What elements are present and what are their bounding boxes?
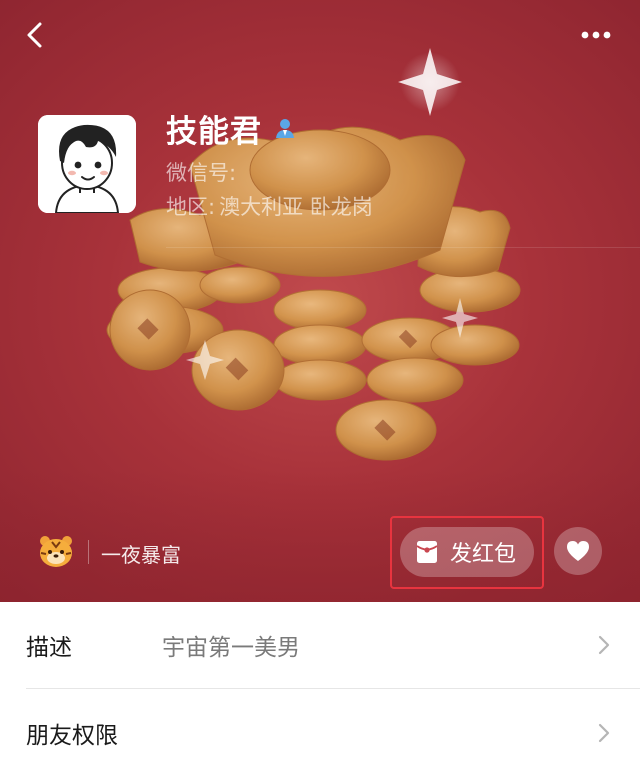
red-envelope-icon (416, 541, 438, 563)
region-label: 地区: (166, 195, 216, 219)
region-row: 地区: 澳大利亚 卧龙岗 (166, 191, 373, 221)
description-row[interactable]: 描述 宇宙第一美男 (0, 602, 640, 688)
friend-permissions-label: 朋友权限 (26, 723, 118, 749)
send-hongbao-button[interactable]: 发红包 (400, 527, 534, 577)
wechat-id-label: 微信号: (166, 161, 237, 185)
friend-permissions-row[interactable]: 朋友权限 (0, 690, 640, 776)
region-value: 澳大利亚 卧龙岗 (219, 195, 373, 219)
chevron-right-icon (598, 723, 610, 743)
profile-name: 技能君 (166, 113, 262, 150)
status-separator (88, 540, 89, 564)
cover-shade (0, 470, 640, 602)
user-badge-icon (276, 119, 294, 138)
avatar-cartoon-boy (38, 115, 136, 213)
status-cover (0, 0, 640, 602)
tiger-icon (40, 536, 72, 567)
send-hongbao-label: 发红包 (450, 542, 517, 567)
status-text: 一夜暴富 (101, 543, 181, 567)
chevron-left-icon (27, 22, 42, 48)
more-button[interactable] (576, 22, 616, 48)
chevron-right-icon (598, 635, 610, 655)
heart-icon (567, 541, 589, 561)
back-button[interactable] (18, 18, 52, 52)
profile-name-row: 技能君 (166, 108, 298, 150)
row-divider (26, 688, 640, 689)
avatar[interactable] (38, 115, 136, 213)
like-button[interactable] (554, 527, 602, 575)
info-list: 描述 宇宙第一美男 朋友权限 (0, 602, 640, 776)
description-value: 宇宙第一美男 (162, 635, 300, 661)
header-divider (166, 247, 640, 248)
description-label: 描述 (26, 635, 72, 661)
more-dots-icon (581, 31, 611, 39)
